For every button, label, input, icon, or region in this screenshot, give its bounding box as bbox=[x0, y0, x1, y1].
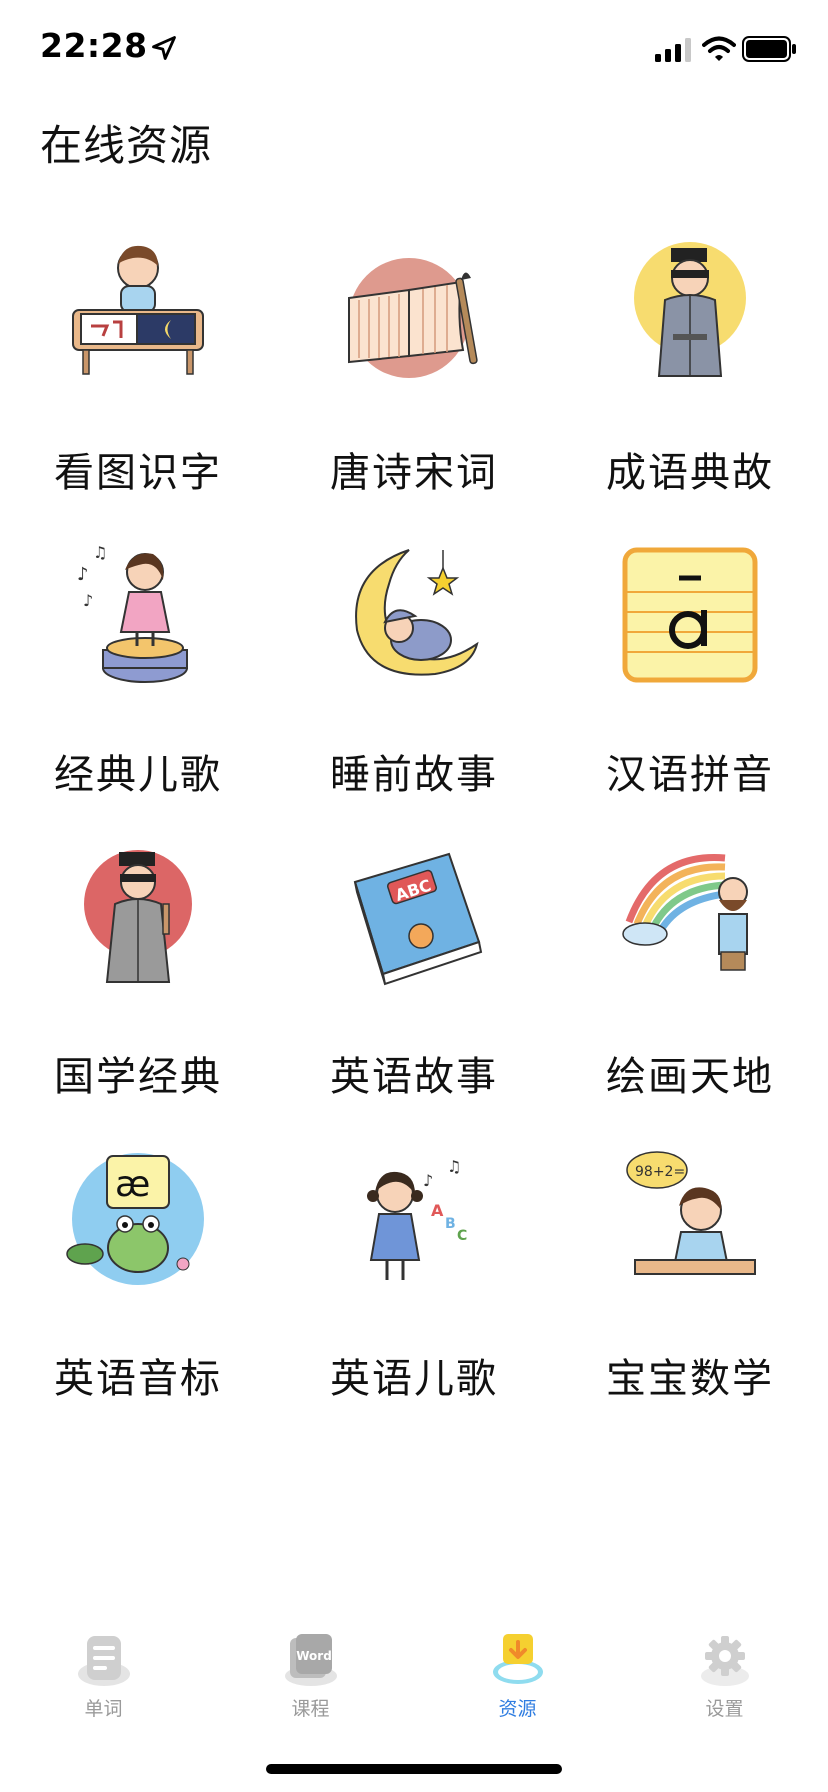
resource-label: 睡前故事 bbox=[330, 752, 498, 798]
cellular-signal-icon bbox=[655, 38, 691, 62]
tab-label: 课程 bbox=[291, 1698, 330, 1720]
gear-icon bbox=[701, 1636, 749, 1686]
tab-resources[interactable]: 资源 bbox=[414, 1620, 621, 1730]
status-bar: 22:28 bbox=[0, 0, 828, 100]
math-boy-illustration: 98+2= bbox=[626, 1151, 756, 1275]
home-indicator[interactable] bbox=[266, 1764, 562, 1774]
pinyin-card-illustration bbox=[622, 547, 758, 683]
english-song-girl-illustration: ♪ ♫ A B C bbox=[367, 1157, 467, 1280]
word-card-icon: Word bbox=[285, 1634, 337, 1686]
resource-tile-english-phonetics[interactable]: æ 英语音标 bbox=[0, 1124, 276, 1469]
resource-label: 成语典故 bbox=[606, 450, 774, 496]
poetry-book-illustration bbox=[348, 258, 478, 378]
child-drawing-illustration bbox=[72, 245, 204, 375]
tab-label: 设置 bbox=[705, 1698, 744, 1720]
svg-text:C: C bbox=[457, 1228, 467, 1244]
word-list-icon bbox=[78, 1636, 130, 1686]
tab-courses[interactable]: Word 课程 bbox=[207, 1620, 414, 1730]
tab-label: 资源 bbox=[498, 1698, 537, 1720]
tab-bar: 单词 Word 课程 资源 设置 bbox=[0, 1620, 828, 1730]
resource-tile-baby-math[interactable]: 98+2= 宝宝数学 bbox=[552, 1124, 828, 1469]
resource-label: 英语故事 bbox=[330, 1054, 498, 1100]
resource-tile-idiom-stories[interactable]: 成语典故 bbox=[552, 218, 828, 563]
svg-text:♪: ♪ bbox=[77, 564, 89, 585]
status-time: 22:28 bbox=[40, 26, 148, 65]
svg-text:♫: ♫ bbox=[93, 543, 107, 562]
resource-tile-english-stories[interactable]: ABC 英语故事 bbox=[276, 822, 552, 1167]
resource-tile-english-songs[interactable]: ♪ ♫ A B C 英语儿歌 bbox=[276, 1124, 552, 1469]
cloud-download-icon bbox=[493, 1634, 543, 1684]
singing-girl-illustration: ♪ ♫ ♪ bbox=[77, 543, 188, 683]
resource-label: 国学经典 bbox=[54, 1054, 222, 1100]
resource-label: 宝宝数学 bbox=[606, 1356, 774, 1402]
resource-label: 英语音标 bbox=[54, 1356, 222, 1402]
svg-text:æ: æ bbox=[115, 1164, 150, 1205]
resource-label: 英语儿歌 bbox=[330, 1356, 498, 1402]
word-card-icon-text: Word bbox=[296, 1649, 332, 1663]
resource-tile-chinese-pinyin[interactable]: 汉语拼音 bbox=[552, 520, 828, 865]
resource-tile-bedtime-stories[interactable]: 睡前故事 bbox=[276, 520, 552, 865]
svg-text:98+2=: 98+2= bbox=[635, 1164, 685, 1180]
location-arrow-icon bbox=[152, 36, 176, 60]
tab-label: 单词 bbox=[84, 1698, 123, 1720]
moon-sleeping-baby-illustration bbox=[355, 549, 479, 676]
page-title: 在线资源 bbox=[40, 121, 213, 170]
svg-text:♪: ♪ bbox=[423, 1171, 433, 1190]
resource-label: 经典儿歌 bbox=[54, 752, 222, 798]
svg-text:♫: ♫ bbox=[447, 1157, 461, 1176]
wifi-icon bbox=[702, 36, 736, 61]
resource-label: 唐诗宋词 bbox=[330, 450, 498, 496]
tab-settings[interactable]: 设置 bbox=[621, 1620, 828, 1730]
resource-label: 绘画天地 bbox=[606, 1054, 774, 1100]
resource-label: 汉语拼音 bbox=[606, 752, 774, 798]
resource-tile-drawing-world[interactable]: 绘画天地 bbox=[552, 822, 828, 1167]
resource-tile-look-and-learn[interactable]: 看图识字 bbox=[0, 218, 276, 563]
svg-text:♪: ♪ bbox=[83, 591, 93, 610]
svg-text:B: B bbox=[445, 1216, 456, 1232]
battery-icon bbox=[742, 36, 796, 62]
classical-scholar-illustration bbox=[84, 850, 192, 983]
resource-tile-chinese-classics[interactable]: 国学经典 bbox=[0, 822, 276, 1167]
rainbow-painter-illustration bbox=[622, 854, 748, 971]
resource-tile-classic-nursery-rhymes[interactable]: ♪ ♫ ♪ 经典儿歌 bbox=[0, 520, 276, 865]
phonetic-frog-illustration: æ bbox=[66, 1153, 204, 1285]
resource-label: 看图识字 bbox=[54, 450, 222, 496]
resource-tile-tang-song-poetry[interactable]: 唐诗宋词 bbox=[276, 218, 552, 563]
tab-words[interactable]: 单词 bbox=[0, 1620, 207, 1730]
svg-text:A: A bbox=[431, 1201, 444, 1220]
abc-book-illustration: ABC bbox=[353, 852, 483, 986]
ancient-scholar-illustration bbox=[634, 242, 746, 377]
